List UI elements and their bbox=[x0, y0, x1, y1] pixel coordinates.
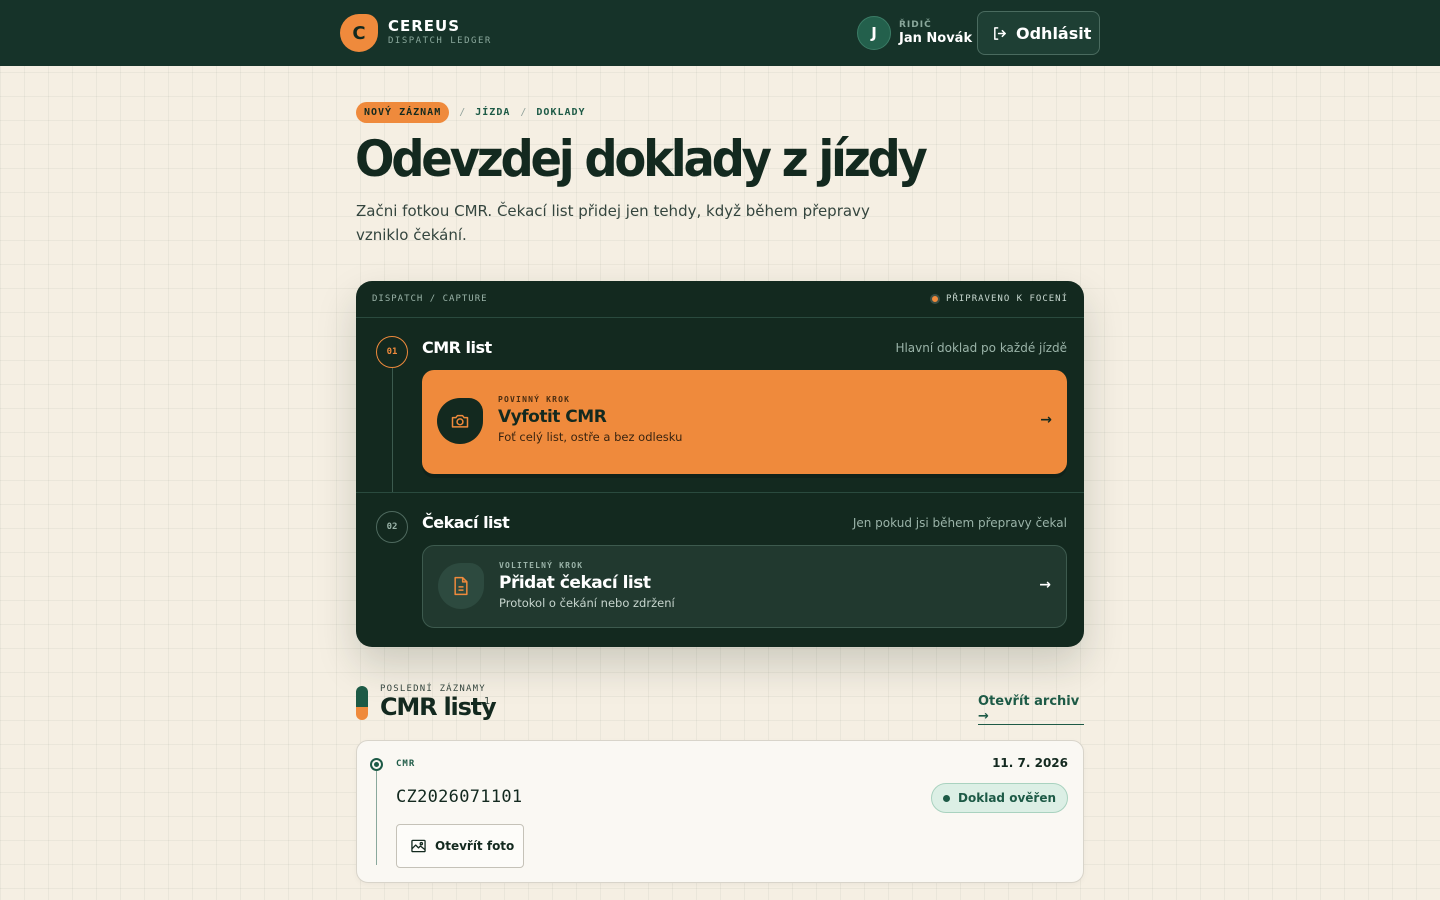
step-cmr: 01 CMR list Hlavní doklad po každé jízdě… bbox=[356, 318, 1084, 493]
action-description: Protokol o čekání nebo zdržení bbox=[499, 596, 675, 610]
step-hint: Hlavní doklad po každé jízdě bbox=[895, 341, 1067, 355]
capture-label: DISPATCH / CAPTURE bbox=[372, 294, 488, 304]
record-date: 11. 7. 2026 bbox=[992, 756, 1068, 770]
brand-logo: C bbox=[340, 14, 378, 52]
action-kicker: VOLITELNÝ KROK bbox=[499, 561, 584, 570]
record-card: CMR 11. 7. 2026 CZ2026071101 Doklad ověř… bbox=[356, 740, 1084, 883]
step-number: 02 bbox=[376, 511, 408, 543]
avatar: J bbox=[857, 16, 891, 50]
user-info: J ŘIDIČ Jan Novák bbox=[857, 16, 972, 50]
breadcrumb-separator: / bbox=[459, 107, 466, 118]
status-dot-icon bbox=[930, 294, 941, 304]
action-title: Přidat čekací list bbox=[499, 573, 651, 593]
document-icon bbox=[454, 576, 468, 596]
image-icon bbox=[411, 839, 426, 853]
brand-name: CEREUS bbox=[388, 17, 461, 35]
arrow-right-icon: → bbox=[1039, 577, 1051, 593]
add-waiting-list-button[interactable]: VOLITELNÝ KROK Přidat čekací list Protok… bbox=[422, 545, 1067, 628]
step-hint: Jen pokud jsi během přepravy čekal bbox=[852, 516, 1067, 530]
user-name: Jan Novák bbox=[899, 31, 973, 46]
action-title: Vyfotit CMR bbox=[498, 407, 607, 427]
capture-status: PŘIPRAVENO K FOCENÍ bbox=[930, 294, 1068, 304]
record-type: CMR bbox=[396, 759, 416, 769]
capture-status-text: PŘIPRAVENO K FOCENÍ bbox=[946, 294, 1068, 304]
action-description: Foť celý list, ostře a bez odlesku bbox=[498, 430, 683, 444]
document-icon-wrap bbox=[438, 563, 484, 609]
step-connector bbox=[392, 368, 393, 492]
page-title: Odevzdej doklady z jízdy bbox=[355, 130, 928, 188]
action-text: POVINNÝ KROK Vyfotit CMR Foť celý list, … bbox=[498, 394, 682, 446]
breadcrumb-item-documents: DOKLADY bbox=[536, 107, 586, 118]
open-photo-label: Otevřít foto bbox=[435, 839, 515, 853]
recent-count: 1 bbox=[484, 696, 491, 707]
take-cmr-photo-button[interactable]: POVINNÝ KROK Vyfotit CMR Foť celý list, … bbox=[422, 370, 1067, 474]
capture-header: DISPATCH / CAPTURE PŘIPRAVENO K FOCENÍ bbox=[356, 281, 1084, 318]
recent-title: CMR listy bbox=[380, 693, 497, 721]
section-accent-bar bbox=[356, 686, 368, 720]
brand[interactable]: C CEREUS DISPATCH LEDGER bbox=[340, 14, 492, 52]
status-badge-label: Doklad ověřen bbox=[958, 791, 1056, 805]
open-archive-link[interactable]: Otevřít archiv → bbox=[978, 694, 1084, 725]
page-lead: Začni fotkou CMR. Čekací list přidej jen… bbox=[356, 202, 870, 244]
camera-icon-wrap bbox=[437, 398, 483, 444]
timeline-dot-icon bbox=[370, 758, 383, 771]
breadcrumb-item-trip[interactable]: JÍZDA bbox=[475, 107, 510, 118]
action-kicker: POVINNÝ KROK bbox=[498, 395, 571, 404]
open-photo-button[interactable]: Otevřít foto bbox=[396, 824, 524, 868]
logout-button[interactable]: Odhlásit bbox=[977, 11, 1100, 55]
status-badge: Doklad ověřen bbox=[931, 783, 1068, 813]
capture-panel: DISPATCH / CAPTURE PŘIPRAVENO K FOCENÍ 0… bbox=[356, 281, 1084, 647]
new-record-badge: NOVÝ ZÁZNAM bbox=[356, 102, 450, 123]
timeline-line bbox=[376, 771, 377, 865]
camera-icon bbox=[451, 414, 469, 428]
user-meta: ŘIDIČ Jan Novák bbox=[899, 19, 972, 47]
step-waiting-list: 02 Čekací list Jen pokud jsi během přepr… bbox=[356, 493, 1084, 647]
brand-subtitle: DISPATCH LEDGER bbox=[388, 36, 492, 46]
status-dot-icon bbox=[943, 794, 951, 802]
brand-text: CEREUS DISPATCH LEDGER bbox=[388, 18, 492, 48]
user-role: ŘIDIČ bbox=[899, 20, 932, 30]
record-id: CZ2026071101 bbox=[396, 787, 523, 807]
step-title: CMR list bbox=[422, 338, 492, 357]
logout-label: Odhlásit bbox=[1016, 23, 1092, 43]
arrow-right-icon: → bbox=[1040, 412, 1052, 428]
step-number: 01 bbox=[376, 336, 408, 368]
breadcrumb: NOVÝ ZÁZNAM / JÍZDA / DOKLADY bbox=[356, 102, 586, 123]
action-text: VOLITELNÝ KROK Přidat čekací list Protok… bbox=[499, 560, 675, 612]
logout-icon bbox=[994, 26, 1006, 40]
top-bar: C CEREUS DISPATCH LEDGER J ŘIDIČ Jan Nov… bbox=[0, 0, 1440, 66]
step-title: Čekací list bbox=[422, 513, 510, 532]
breadcrumb-separator: / bbox=[520, 107, 527, 118]
